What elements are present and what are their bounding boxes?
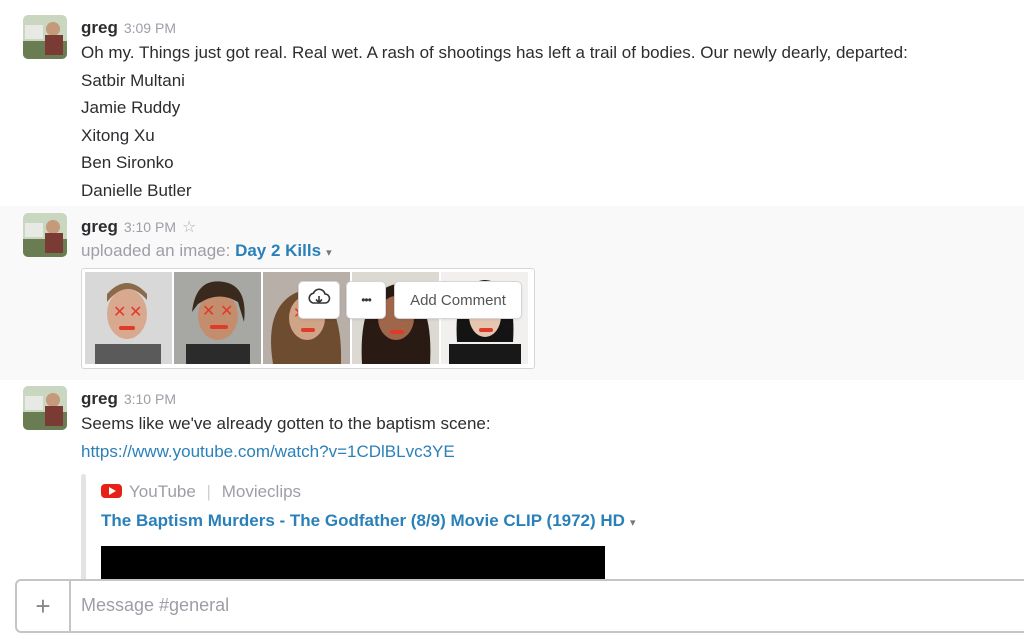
- chevron-down-icon[interactable]: ▾: [630, 517, 636, 529]
- attachment-source: YouTube | Movieclips: [129, 482, 301, 502]
- message-text: Satbir Multani: [81, 71, 185, 90]
- avatar[interactable]: [23, 386, 67, 430]
- timestamp[interactable]: 3:10 PM: [124, 219, 176, 235]
- add-comment-button[interactable]: Add Comment: [394, 281, 522, 319]
- timestamp[interactable]: 3:09 PM: [124, 20, 176, 36]
- message-text: Danielle Butler: [81, 181, 192, 200]
- star-icon[interactable]: ☆: [182, 219, 196, 236]
- chevron-down-icon[interactable]: ▾: [326, 247, 332, 259]
- svg-text:✕: ✕: [220, 301, 233, 320]
- separator: |: [206, 482, 211, 501]
- upload-prefix: uploaded an image:: [81, 241, 236, 260]
- svg-text:✕: ✕: [202, 301, 215, 320]
- image-thumbnail[interactable]: ✕ ✕: [85, 272, 172, 364]
- download-button[interactable]: [298, 281, 340, 319]
- channel-name[interactable]: Movieclips: [222, 482, 301, 501]
- attachment-title-row: The Baptism Murders - The Godfather (8/9…: [101, 511, 635, 531]
- message-composer: + Message #general: [15, 579, 1024, 633]
- message-text: Oh my. Things just got real. Real wet. A…: [81, 43, 908, 62]
- attachment-title-link[interactable]: The Baptism Murders - The Godfather (8/9…: [101, 511, 625, 530]
- download-icon: [307, 286, 331, 314]
- svg-text:✕: ✕: [129, 302, 142, 321]
- image-thumbnail[interactable]: ✕ ✕: [174, 272, 261, 364]
- add-attachment-button[interactable]: +: [17, 581, 71, 631]
- service-name[interactable]: YouTube: [129, 482, 196, 501]
- message-text: Xitong Xu: [81, 126, 155, 145]
- avatar[interactable]: [23, 15, 67, 59]
- author-name[interactable]: greg: [81, 389, 118, 408]
- author-name[interactable]: greg: [81, 18, 118, 37]
- message-1: greg 3:09 PM Oh my. Things just got real.…: [0, 0, 1024, 206]
- message-text: Ben Sironko: [81, 153, 174, 172]
- avatar[interactable]: [23, 213, 67, 257]
- youtube-link[interactable]: https://www.youtube.com/watch?v=1CDlBLvc…: [81, 442, 455, 462]
- more-actions-button[interactable]: •••: [346, 281, 386, 319]
- plus-icon: +: [35, 590, 51, 621]
- message-text: Jamie Ruddy: [81, 98, 181, 117]
- message-text: Seems like we've already gotten to the b…: [81, 414, 491, 433]
- image-title-link[interactable]: Day 2 Kills: [235, 241, 321, 260]
- svg-text:✕: ✕: [113, 302, 126, 321]
- message-input[interactable]: Message #general: [81, 595, 229, 616]
- youtube-icon: [101, 484, 122, 498]
- add-comment-label: Add Comment: [410, 291, 506, 309]
- attachment-border: [81, 474, 86, 584]
- upload-line: uploaded an image: Day 2 Kills ▾: [81, 241, 332, 261]
- timestamp[interactable]: 3:10 PM: [124, 391, 176, 407]
- more-icon: •••: [361, 293, 372, 307]
- author-name[interactable]: greg: [81, 217, 118, 236]
